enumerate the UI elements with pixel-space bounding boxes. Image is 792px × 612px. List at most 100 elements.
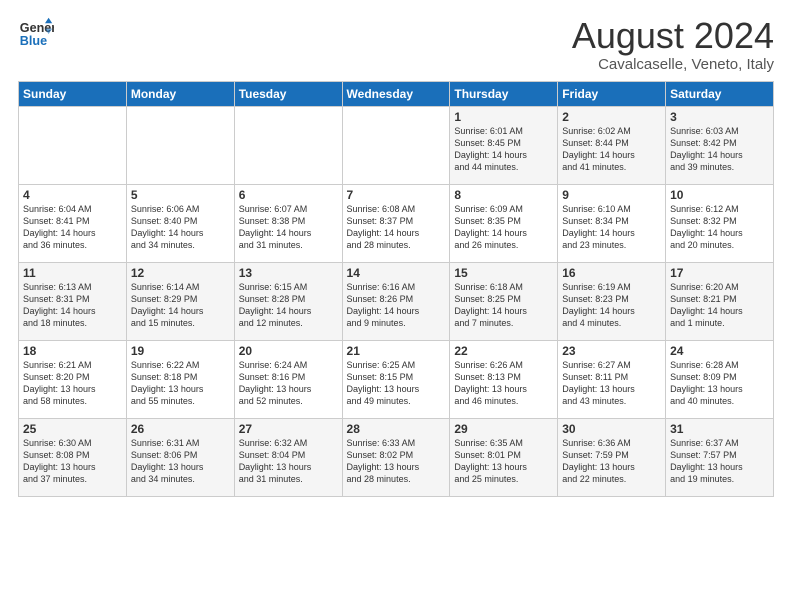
table-row: 23Sunrise: 6:27 AM Sunset: 8:11 PM Dayli… <box>558 340 666 418</box>
day-info: Sunrise: 6:12 AM Sunset: 8:32 PM Dayligh… <box>670 203 769 252</box>
calendar-week-3: 18Sunrise: 6:21 AM Sunset: 8:20 PM Dayli… <box>19 340 774 418</box>
day-info: Sunrise: 6:04 AM Sunset: 8:41 PM Dayligh… <box>23 203 122 252</box>
day-info: Sunrise: 6:32 AM Sunset: 8:04 PM Dayligh… <box>239 437 338 486</box>
table-row: 19Sunrise: 6:22 AM Sunset: 8:18 PM Dayli… <box>126 340 234 418</box>
col-friday: Friday <box>558 81 666 106</box>
calendar-week-4: 25Sunrise: 6:30 AM Sunset: 8:08 PM Dayli… <box>19 418 774 496</box>
table-row: 4Sunrise: 6:04 AM Sunset: 8:41 PM Daylig… <box>19 184 127 262</box>
day-number: 21 <box>347 344 446 358</box>
day-number: 4 <box>23 188 122 202</box>
table-row: 20Sunrise: 6:24 AM Sunset: 8:16 PM Dayli… <box>234 340 342 418</box>
day-info: Sunrise: 6:36 AM Sunset: 7:59 PM Dayligh… <box>562 437 661 486</box>
day-number: 7 <box>347 188 446 202</box>
title-block: August 2024 Cavalcaselle, Veneto, Italy <box>572 16 774 73</box>
col-sunday: Sunday <box>19 81 127 106</box>
day-number: 25 <box>23 422 122 436</box>
table-row: 1Sunrise: 6:01 AM Sunset: 8:45 PM Daylig… <box>450 106 558 184</box>
day-info: Sunrise: 6:27 AM Sunset: 8:11 PM Dayligh… <box>562 359 661 408</box>
day-info: Sunrise: 6:03 AM Sunset: 8:42 PM Dayligh… <box>670 125 769 174</box>
day-number: 5 <box>131 188 230 202</box>
day-number: 16 <box>562 266 661 280</box>
table-row: 31Sunrise: 6:37 AM Sunset: 7:57 PM Dayli… <box>666 418 774 496</box>
day-info: Sunrise: 6:30 AM Sunset: 8:08 PM Dayligh… <box>23 437 122 486</box>
day-number: 8 <box>454 188 553 202</box>
logo: General Blue <box>18 16 54 52</box>
col-monday: Monday <box>126 81 234 106</box>
table-row: 9Sunrise: 6:10 AM Sunset: 8:34 PM Daylig… <box>558 184 666 262</box>
day-info: Sunrise: 6:22 AM Sunset: 8:18 PM Dayligh… <box>131 359 230 408</box>
day-number: 15 <box>454 266 553 280</box>
day-info: Sunrise: 6:02 AM Sunset: 8:44 PM Dayligh… <box>562 125 661 174</box>
table-row: 29Sunrise: 6:35 AM Sunset: 8:01 PM Dayli… <box>450 418 558 496</box>
table-row: 28Sunrise: 6:33 AM Sunset: 8:02 PM Dayli… <box>342 418 450 496</box>
col-saturday: Saturday <box>666 81 774 106</box>
svg-text:Blue: Blue <box>20 34 47 48</box>
col-tuesday: Tuesday <box>234 81 342 106</box>
table-row: 13Sunrise: 6:15 AM Sunset: 8:28 PM Dayli… <box>234 262 342 340</box>
day-info: Sunrise: 6:09 AM Sunset: 8:35 PM Dayligh… <box>454 203 553 252</box>
day-info: Sunrise: 6:21 AM Sunset: 8:20 PM Dayligh… <box>23 359 122 408</box>
day-number: 12 <box>131 266 230 280</box>
day-info: Sunrise: 6:37 AM Sunset: 7:57 PM Dayligh… <box>670 437 769 486</box>
day-info: Sunrise: 6:28 AM Sunset: 8:09 PM Dayligh… <box>670 359 769 408</box>
day-info: Sunrise: 6:24 AM Sunset: 8:16 PM Dayligh… <box>239 359 338 408</box>
calendar-week-2: 11Sunrise: 6:13 AM Sunset: 8:31 PM Dayli… <box>19 262 774 340</box>
table-row: 10Sunrise: 6:12 AM Sunset: 8:32 PM Dayli… <box>666 184 774 262</box>
location-subtitle: Cavalcaselle, Veneto, Italy <box>572 56 774 73</box>
day-number: 31 <box>670 422 769 436</box>
header-row: Sunday Monday Tuesday Wednesday Thursday… <box>19 81 774 106</box>
table-row: 21Sunrise: 6:25 AM Sunset: 8:15 PM Dayli… <box>342 340 450 418</box>
header: General Blue August 2024 Cavalcaselle, V… <box>18 16 774 73</box>
day-number: 6 <box>239 188 338 202</box>
day-info: Sunrise: 6:14 AM Sunset: 8:29 PM Dayligh… <box>131 281 230 330</box>
calendar-week-0: 1Sunrise: 6:01 AM Sunset: 8:45 PM Daylig… <box>19 106 774 184</box>
table-row: 2Sunrise: 6:02 AM Sunset: 8:44 PM Daylig… <box>558 106 666 184</box>
day-info: Sunrise: 6:20 AM Sunset: 8:21 PM Dayligh… <box>670 281 769 330</box>
day-info: Sunrise: 6:18 AM Sunset: 8:25 PM Dayligh… <box>454 281 553 330</box>
table-row: 5Sunrise: 6:06 AM Sunset: 8:40 PM Daylig… <box>126 184 234 262</box>
table-row: 16Sunrise: 6:19 AM Sunset: 8:23 PM Dayli… <box>558 262 666 340</box>
day-number: 17 <box>670 266 769 280</box>
day-info: Sunrise: 6:31 AM Sunset: 8:06 PM Dayligh… <box>131 437 230 486</box>
day-info: Sunrise: 6:15 AM Sunset: 8:28 PM Dayligh… <box>239 281 338 330</box>
day-number: 29 <box>454 422 553 436</box>
day-number: 11 <box>23 266 122 280</box>
table-row <box>342 106 450 184</box>
month-title: August 2024 <box>572 16 774 56</box>
col-thursday: Thursday <box>450 81 558 106</box>
day-info: Sunrise: 6:13 AM Sunset: 8:31 PM Dayligh… <box>23 281 122 330</box>
day-info: Sunrise: 6:25 AM Sunset: 8:15 PM Dayligh… <box>347 359 446 408</box>
day-number: 13 <box>239 266 338 280</box>
page: General Blue August 2024 Cavalcaselle, V… <box>0 0 792 612</box>
table-row: 15Sunrise: 6:18 AM Sunset: 8:25 PM Dayli… <box>450 262 558 340</box>
table-row <box>234 106 342 184</box>
table-row <box>126 106 234 184</box>
table-row <box>19 106 127 184</box>
calendar-week-1: 4Sunrise: 6:04 AM Sunset: 8:41 PM Daylig… <box>19 184 774 262</box>
day-number: 18 <box>23 344 122 358</box>
day-number: 9 <box>562 188 661 202</box>
table-row: 18Sunrise: 6:21 AM Sunset: 8:20 PM Dayli… <box>19 340 127 418</box>
day-number: 30 <box>562 422 661 436</box>
table-row: 22Sunrise: 6:26 AM Sunset: 8:13 PM Dayli… <box>450 340 558 418</box>
table-row: 7Sunrise: 6:08 AM Sunset: 8:37 PM Daylig… <box>342 184 450 262</box>
day-info: Sunrise: 6:26 AM Sunset: 8:13 PM Dayligh… <box>454 359 553 408</box>
table-row: 27Sunrise: 6:32 AM Sunset: 8:04 PM Dayli… <box>234 418 342 496</box>
table-row: 11Sunrise: 6:13 AM Sunset: 8:31 PM Dayli… <box>19 262 127 340</box>
day-number: 14 <box>347 266 446 280</box>
table-row: 3Sunrise: 6:03 AM Sunset: 8:42 PM Daylig… <box>666 106 774 184</box>
calendar-table: Sunday Monday Tuesday Wednesday Thursday… <box>18 81 774 497</box>
day-info: Sunrise: 6:35 AM Sunset: 8:01 PM Dayligh… <box>454 437 553 486</box>
day-number: 24 <box>670 344 769 358</box>
day-info: Sunrise: 6:07 AM Sunset: 8:38 PM Dayligh… <box>239 203 338 252</box>
day-number: 23 <box>562 344 661 358</box>
day-info: Sunrise: 6:06 AM Sunset: 8:40 PM Dayligh… <box>131 203 230 252</box>
day-info: Sunrise: 6:19 AM Sunset: 8:23 PM Dayligh… <box>562 281 661 330</box>
day-info: Sunrise: 6:33 AM Sunset: 8:02 PM Dayligh… <box>347 437 446 486</box>
table-row: 14Sunrise: 6:16 AM Sunset: 8:26 PM Dayli… <box>342 262 450 340</box>
day-number: 10 <box>670 188 769 202</box>
day-info: Sunrise: 6:01 AM Sunset: 8:45 PM Dayligh… <box>454 125 553 174</box>
day-number: 19 <box>131 344 230 358</box>
day-info: Sunrise: 6:10 AM Sunset: 8:34 PM Dayligh… <box>562 203 661 252</box>
table-row: 17Sunrise: 6:20 AM Sunset: 8:21 PM Dayli… <box>666 262 774 340</box>
